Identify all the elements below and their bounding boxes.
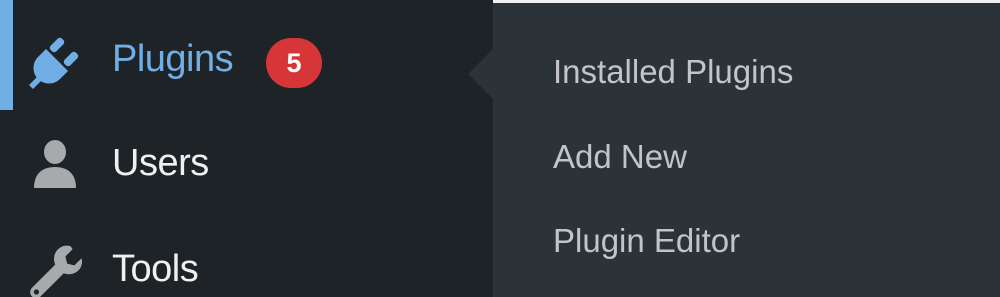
menu-item-tools[interactable]: Tools	[0, 226, 493, 297]
wordpress-admin-menu-crop: Plugins 5 Users Tools Installed Plugins …	[0, 0, 1000, 297]
users-icon	[26, 136, 84, 194]
menu-item-label: Plugins	[112, 38, 234, 80]
plugin-icon	[26, 33, 84, 91]
wrench-icon	[26, 242, 84, 297]
submenu-item-plugin-editor[interactable]: Plugin Editor	[553, 222, 740, 260]
menu-item-label: Users	[112, 142, 209, 184]
menu-item-plugins[interactable]: Plugins 5	[0, 0, 493, 118]
submenu-pointer-arrow	[468, 48, 494, 100]
admin-sidebar-menu: Plugins 5 Users Tools	[0, 0, 493, 297]
plugins-flyout-submenu: Installed Plugins Add New Plugin Editor	[493, 3, 1000, 297]
submenu-item-installed-plugins[interactable]: Installed Plugins	[553, 53, 793, 91]
plugin-updates-badge: 5	[266, 38, 322, 88]
current-item-indicator	[0, 0, 13, 110]
menu-item-label: Tools	[112, 248, 199, 290]
menu-item-users[interactable]: Users	[0, 124, 493, 204]
submenu-item-add-new[interactable]: Add New	[553, 138, 687, 176]
